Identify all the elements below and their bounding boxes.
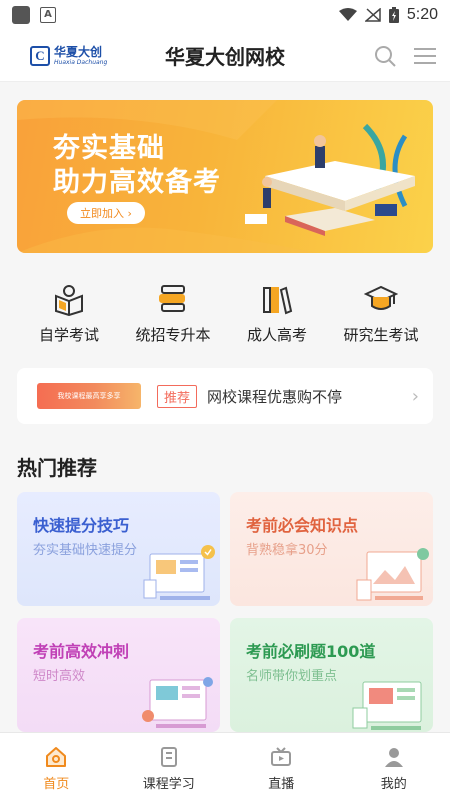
category-label: 统招专升本 bbox=[135, 326, 211, 344]
tab-course-study[interactable]: 课程学习 bbox=[113, 733, 226, 800]
search-icon[interactable] bbox=[374, 45, 396, 67]
course-icon bbox=[160, 747, 177, 767]
tab-live[interactable]: 直播 bbox=[225, 733, 338, 800]
category-postgraduate-exam[interactable]: 研究生考试 bbox=[331, 282, 431, 345]
a-notification-icon: A bbox=[40, 7, 56, 23]
screen-illustration bbox=[356, 548, 429, 601]
home-icon bbox=[46, 747, 67, 767]
tab-label: 首页 bbox=[43, 777, 70, 792]
promo-text: 网校课程优惠购不停 bbox=[207, 387, 343, 406]
category-label: 成人高考 bbox=[246, 326, 307, 344]
banner-headline: 夯实基础 助力高效备考 bbox=[53, 132, 221, 200]
book-reader-icon bbox=[55, 285, 83, 316]
category-grid: 自学考试 统招专升本 成人高考 研究生考试 bbox=[17, 282, 433, 345]
battery-charging-icon bbox=[388, 7, 399, 23]
card-subtitle: 短时高效 bbox=[33, 669, 86, 684]
wifi-icon bbox=[338, 8, 357, 21]
card-title: 考前必会知识点 bbox=[246, 516, 359, 535]
stacked-books-icon bbox=[159, 285, 185, 312]
card-quick-score-tips[interactable]: 快速提分技巧 夯实基础快速提分 bbox=[17, 492, 220, 606]
hot-recommendations-title: 热门推荐 bbox=[17, 456, 97, 480]
monitor-illustration bbox=[143, 545, 215, 600]
card-title: 考前高效冲刺 bbox=[33, 642, 130, 661]
profile-icon bbox=[384, 748, 403, 767]
card-title: 快速提分技巧 bbox=[33, 516, 130, 535]
tab-profile[interactable]: 我的 bbox=[338, 733, 450, 800]
live-tv-icon bbox=[271, 747, 292, 766]
status-bar: A 5:20 bbox=[0, 0, 450, 30]
promo-banner[interactable]: 夯实基础 助力高效备考 立即加入 › bbox=[17, 100, 433, 253]
card-subtitle: 名师带你划重点 bbox=[246, 669, 338, 684]
category-label: 自学考试 bbox=[38, 326, 99, 344]
join-now-button[interactable]: 立即加入 › bbox=[67, 202, 145, 224]
category-label: 研究生考试 bbox=[343, 326, 419, 344]
recommend-tag: 推荐 bbox=[157, 384, 198, 408]
logo-chinese-text: 华夏大创 bbox=[54, 44, 103, 59]
tab-label: 直播 bbox=[268, 777, 295, 792]
category-adult-college-exam[interactable]: 成人高考 bbox=[227, 282, 327, 345]
open-books-illustration bbox=[245, 123, 415, 236]
card-subtitle: 夯实基础快速提分 bbox=[33, 543, 138, 558]
category-self-study-exam[interactable]: 自学考试 bbox=[19, 282, 119, 345]
document-illustration bbox=[352, 681, 422, 730]
card-top-100-questions[interactable]: 考前必刷题100道 名师带你划重点 bbox=[230, 618, 433, 732]
promo-thumbnail: 我校课程最高享多享 bbox=[37, 383, 141, 409]
chevron-right-icon: › bbox=[411, 385, 419, 407]
tab-label: 我的 bbox=[380, 777, 407, 792]
app-header: C 华夏大创 Huaxia Dachuang 华夏大创网校 bbox=[0, 30, 450, 82]
card-subtitle: 背熟稳拿30分 bbox=[246, 543, 328, 558]
no-signal-icon bbox=[364, 8, 381, 22]
logo-english-text: Huaxia Dachuang bbox=[54, 58, 108, 66]
app-notification-icon bbox=[12, 6, 30, 24]
logo-c-icon: C bbox=[30, 45, 50, 66]
brand-logo[interactable]: C 华夏大创 Huaxia Dachuang bbox=[30, 44, 108, 66]
card-title: 考前必刷题100道 bbox=[246, 642, 376, 661]
bottom-tab-bar: 首页 课程学习 直播 我的 bbox=[0, 732, 450, 800]
clock: 5:20 bbox=[406, 6, 438, 23]
tab-home[interactable]: 首页 bbox=[0, 733, 113, 800]
tablet-illustration bbox=[142, 677, 213, 728]
recommendation-strip[interactable]: 我校课程最高享多享 推荐 网校课程优惠购不停 › bbox=[17, 368, 433, 424]
menu-icon[interactable] bbox=[414, 47, 436, 65]
tab-label: 课程学习 bbox=[142, 777, 195, 792]
graduation-cap-icon bbox=[364, 285, 398, 310]
banner-line-1: 夯实基础 bbox=[53, 133, 165, 164]
card-must-know-points[interactable]: 考前必会知识点 背熟稳拿30分 bbox=[230, 492, 433, 606]
banner-line-2: 助力高效备考 bbox=[53, 167, 221, 198]
category-unified-upgrade[interactable]: 统招专升本 bbox=[123, 282, 223, 345]
bookshelf-icon bbox=[263, 286, 293, 315]
card-sprint-review[interactable]: 考前高效冲刺 短时高效 bbox=[17, 618, 220, 732]
